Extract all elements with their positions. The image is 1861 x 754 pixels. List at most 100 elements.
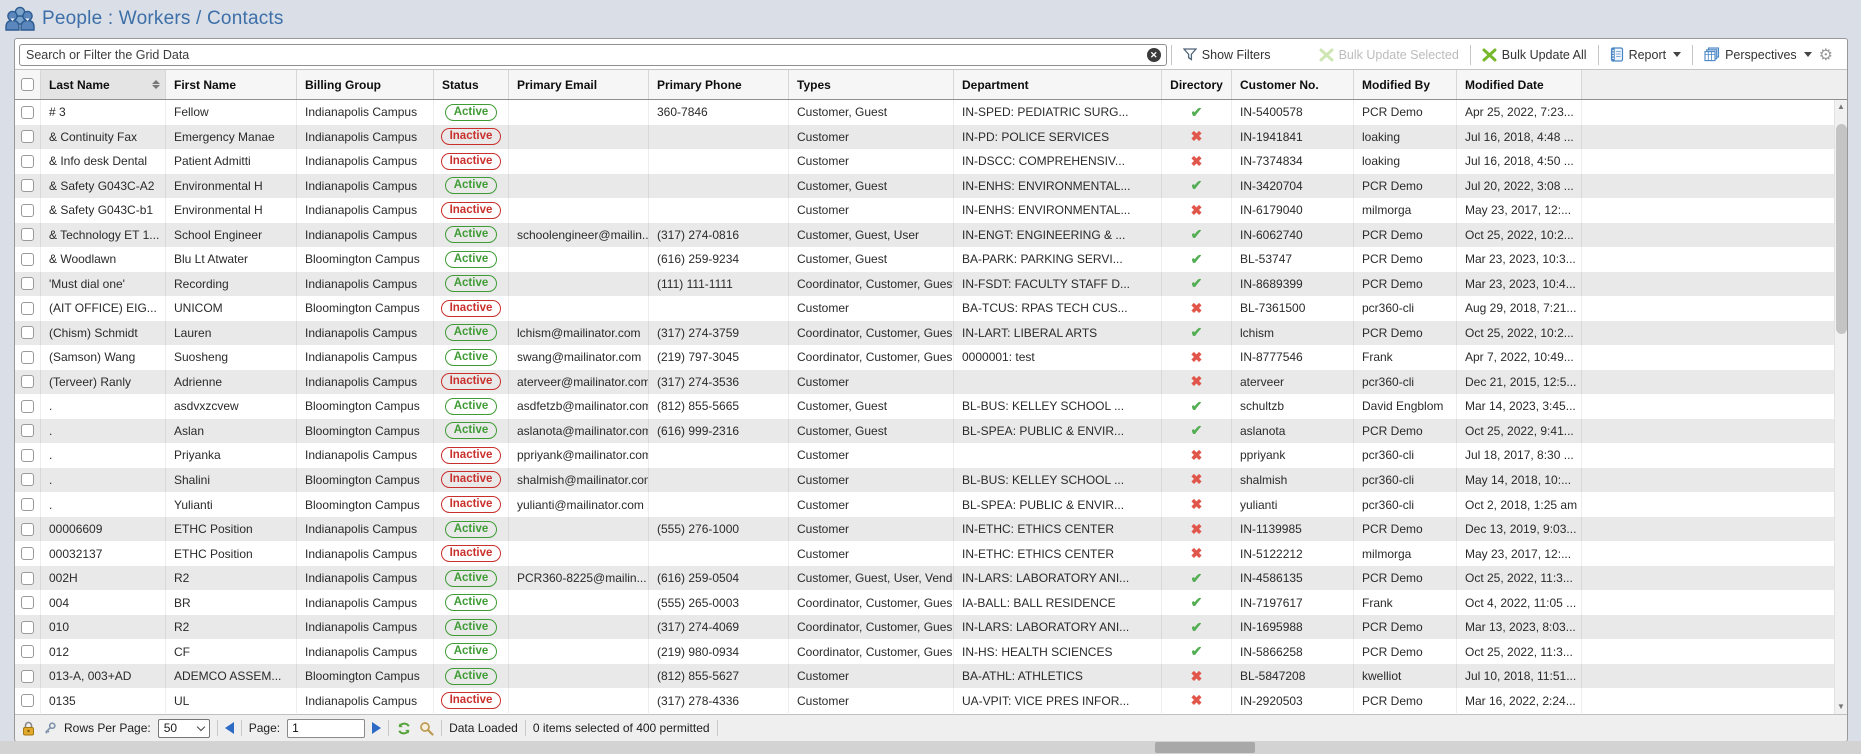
bulk-update-selected-button[interactable]: Bulk Update Selected bbox=[1312, 48, 1466, 62]
bulk-update-all-button[interactable]: Bulk Update All bbox=[1475, 48, 1594, 62]
select-all-checkbox[interactable] bbox=[21, 78, 34, 91]
column-header-primary-email[interactable]: Primary Email bbox=[509, 70, 649, 99]
row-checkbox[interactable] bbox=[21, 424, 34, 437]
grid-row[interactable]: & Safety G043C-A2Environmental HIndianap… bbox=[15, 174, 1834, 199]
page-number-input[interactable] bbox=[287, 719, 365, 738]
cell-primary-email bbox=[509, 590, 649, 615]
rows-per-page-select[interactable]: 50 bbox=[158, 719, 210, 738]
column-header-customer-no[interactable]: Customer No. bbox=[1232, 70, 1354, 99]
grid-row[interactable]: (AIT OFFICE) EIG...UNICOMBloomington Cam… bbox=[15, 296, 1834, 321]
row-checkbox[interactable] bbox=[21, 694, 34, 707]
row-checkbox[interactable] bbox=[21, 204, 34, 217]
grid-row[interactable]: .AslanBloomington CampusActiveaslanota@m… bbox=[15, 419, 1834, 444]
cell-customer-no: IN-5866258 bbox=[1232, 639, 1354, 664]
row-checkbox[interactable] bbox=[21, 572, 34, 585]
column-header-billing-group[interactable]: Billing Group bbox=[297, 70, 434, 99]
row-checkbox[interactable] bbox=[21, 473, 34, 486]
perspectives-button[interactable]: Perspectives bbox=[1697, 47, 1819, 62]
cell-first-name: asdvxzcvew bbox=[166, 394, 297, 419]
column-header-last-name[interactable]: Last Name bbox=[41, 70, 166, 99]
grid-row[interactable]: .ShaliniBloomington CampusInactiveshalmi… bbox=[15, 468, 1834, 493]
grid-row[interactable]: 013-A, 003+ADADEMCO ASSEM...Bloomington … bbox=[15, 664, 1834, 689]
next-page-icon[interactable] bbox=[372, 722, 381, 734]
grid-row[interactable]: # 3FellowIndianapolis CampusActive360-78… bbox=[15, 100, 1834, 125]
cell-types: Customer bbox=[789, 149, 954, 174]
row-checkbox[interactable] bbox=[21, 400, 34, 413]
grid-row[interactable]: & Continuity FaxEmergency ManaeIndianapo… bbox=[15, 125, 1834, 150]
vertical-scrollbar-thumb[interactable] bbox=[1836, 124, 1847, 334]
row-checkbox[interactable] bbox=[21, 106, 34, 119]
cell-first-name: Shalini bbox=[166, 468, 297, 493]
column-header-modified-date[interactable]: Modified Date bbox=[1457, 70, 1582, 99]
status-badge: Inactive bbox=[441, 692, 502, 709]
row-checkbox[interactable] bbox=[21, 621, 34, 634]
clear-search-icon[interactable]: ✕ bbox=[1147, 48, 1161, 62]
column-header-modified-by[interactable]: Modified By bbox=[1354, 70, 1457, 99]
grid-row[interactable]: & Safety G043C-b1Environmental HIndianap… bbox=[15, 198, 1834, 223]
row-checkbox[interactable] bbox=[21, 375, 34, 388]
row-checkbox[interactable] bbox=[21, 523, 34, 536]
cell-types: Customer bbox=[789, 370, 954, 395]
row-checkbox[interactable] bbox=[21, 498, 34, 511]
lock-icon[interactable] bbox=[22, 721, 35, 736]
column-header-status[interactable]: Status bbox=[434, 70, 509, 99]
grid-row[interactable]: .PriyankaIndianapolis CampusInactiveppri… bbox=[15, 443, 1834, 468]
row-checkbox[interactable] bbox=[21, 351, 34, 364]
row-checkbox[interactable] bbox=[21, 253, 34, 266]
search-input[interactable] bbox=[19, 44, 1167, 66]
row-checkbox[interactable] bbox=[21, 645, 34, 658]
grid-row[interactable]: 004BRIndianapolis CampusActive(555) 265-… bbox=[15, 590, 1834, 615]
directory-check-icon: ✔ bbox=[1191, 570, 1203, 587]
row-checkbox[interactable] bbox=[21, 547, 34, 560]
row-checkbox[interactable] bbox=[21, 670, 34, 683]
magnifier-icon[interactable] bbox=[419, 721, 434, 736]
key-icon[interactable] bbox=[42, 721, 57, 736]
grid-row[interactable]: (Chism) SchmidtLaurenIndianapolis Campus… bbox=[15, 321, 1834, 346]
grid-row[interactable]: 012CFIndianapolis CampusActive(219) 980-… bbox=[15, 639, 1834, 664]
settings-gear-icon[interactable]: ⚙ bbox=[1819, 45, 1833, 65]
vertical-scrollbar[interactable]: ▲ ▼ bbox=[1834, 100, 1847, 714]
status-badge: Active bbox=[445, 594, 498, 611]
row-checkbox[interactable] bbox=[21, 326, 34, 339]
grid-row[interactable]: & Technology ET 1...School EngineerIndia… bbox=[15, 223, 1834, 248]
column-header-types[interactable]: Types bbox=[789, 70, 954, 99]
row-checkbox[interactable] bbox=[21, 155, 34, 168]
row-checkbox[interactable] bbox=[21, 277, 34, 290]
row-checkbox[interactable] bbox=[21, 302, 34, 315]
grid-row[interactable]: 0135ULIndianapolis CampusInactive(317) 2… bbox=[15, 688, 1834, 713]
row-checkbox[interactable] bbox=[21, 228, 34, 241]
grid-row[interactable]: 00032137ETHC PositionIndianapolis Campus… bbox=[15, 541, 1834, 566]
horizontal-scrollbar[interactable] bbox=[0, 741, 1861, 754]
row-checkbox[interactable] bbox=[21, 596, 34, 609]
row-checkbox[interactable] bbox=[21, 130, 34, 143]
grid-row[interactable]: (Samson) WangSuoshengIndianapolis Campus… bbox=[15, 345, 1834, 370]
grid-row[interactable]: 'Must dial one'RecordingIndianapolis Cam… bbox=[15, 272, 1834, 297]
grid-row[interactable]: & Info desk DentalPatient AdmittiIndiana… bbox=[15, 149, 1834, 174]
grid-row[interactable]: 010R2Indianapolis CampusActive(317) 274-… bbox=[15, 615, 1834, 640]
cell-last-name: 013-A, 003+AD bbox=[41, 664, 166, 689]
cell-customer-no: IN-6062740 bbox=[1232, 223, 1354, 248]
grid-row[interactable]: & WoodlawnBlu Lt AtwaterBloomington Camp… bbox=[15, 247, 1834, 272]
refresh-icon[interactable] bbox=[396, 721, 412, 736]
grid-row[interactable]: 00006609ETHC PositionIndianapolis Campus… bbox=[15, 517, 1834, 542]
row-checkbox[interactable] bbox=[21, 449, 34, 462]
row-checkbox[interactable] bbox=[21, 179, 34, 192]
horizontal-scrollbar-thumb[interactable] bbox=[1155, 742, 1255, 753]
status-bar: Rows Per Page: 50 Page: Data Loa bbox=[15, 714, 1847, 741]
show-filters-button[interactable]: Show Filters bbox=[1176, 48, 1278, 62]
grid-row[interactable]: .YuliantiBloomington CampusInactiveyulia… bbox=[15, 492, 1834, 517]
previous-page-icon[interactable] bbox=[225, 722, 234, 734]
grid-row[interactable]: 002HR2Indianapolis CampusActivePCR360-82… bbox=[15, 566, 1834, 591]
scroll-up-icon[interactable]: ▲ bbox=[1835, 100, 1847, 114]
scroll-down-icon[interactable]: ▼ bbox=[1835, 700, 1847, 714]
grid-row[interactable]: .asdvxzcvewBloomington CampusActiveasdfe… bbox=[15, 394, 1834, 419]
grid-row[interactable]: (Terveer) RanlyAdrienneIndianapolis Camp… bbox=[15, 370, 1834, 395]
column-header-primary-phone[interactable]: Primary Phone bbox=[649, 70, 789, 99]
column-header-directory[interactable]: Directory bbox=[1162, 70, 1232, 99]
cell-primary-email bbox=[509, 517, 649, 542]
cell-types: Coordinator, Customer, Gues... bbox=[789, 615, 954, 640]
column-header-first-name[interactable]: First Name bbox=[166, 70, 297, 99]
column-header-department[interactable]: Department bbox=[954, 70, 1162, 99]
report-button[interactable]: Report bbox=[1603, 47, 1689, 62]
row-checkbox-cell bbox=[15, 443, 41, 468]
